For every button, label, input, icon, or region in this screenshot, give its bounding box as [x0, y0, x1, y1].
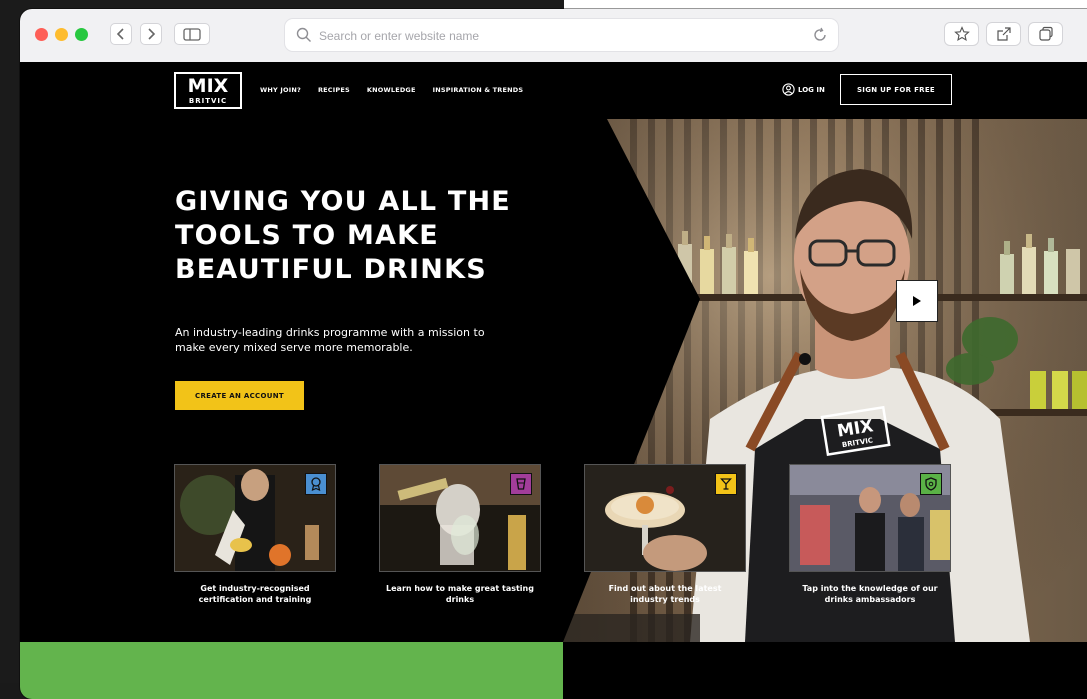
back-button[interactable] [110, 23, 132, 45]
logo-main-text: MIX [187, 75, 229, 97]
share-icon [996, 27, 1011, 41]
login-label: LOG IN [798, 85, 825, 94]
card-caption: Get industry-recognised certification an… [198, 584, 312, 604]
hero-title: GIVING YOU ALL THE TOOLS TO MAKE BEAUTIF… [175, 186, 511, 285]
nav-why-join[interactable]: WHY JOIN? [260, 86, 301, 94]
card-caption: Find out about the latest industry trend… [608, 584, 722, 604]
card-image-pouring [379, 464, 541, 572]
sidebar-toggle-button[interactable] [174, 23, 210, 45]
card-image-cocktail [584, 464, 746, 572]
chevron-right-icon [148, 28, 156, 40]
feature-card-ambassadors[interactable]: Tap into the knowledge of our drinks amb… [789, 464, 951, 605]
card-caption: Tap into the knowledge of our drinks amb… [802, 584, 938, 604]
card-image-ambassadors [789, 464, 951, 572]
reload-icon[interactable] [812, 27, 828, 43]
award-icon [305, 473, 327, 495]
feature-card-training[interactable]: Get industry-recognised certification an… [174, 464, 336, 605]
login-link[interactable]: LOG IN [782, 83, 825, 96]
share-button[interactable] [986, 22, 1021, 46]
green-section-band [20, 642, 563, 699]
tabs-icon [1038, 26, 1053, 41]
close-window-button[interactable] [35, 28, 48, 41]
tabs-overview-button[interactable] [1028, 22, 1063, 46]
create-account-button[interactable]: CREATE AN ACCOUNT [175, 381, 304, 410]
main-nav: WHY JOIN? RECIPES KNOWLEDGE INSPIRATION … [260, 86, 523, 94]
feature-card-trends[interactable]: Find out about the latest industry trend… [584, 464, 746, 605]
play-icon [913, 296, 921, 306]
play-video-button[interactable] [896, 280, 938, 322]
bookmark-button[interactable] [944, 22, 979, 46]
address-bar[interactable] [284, 18, 839, 52]
nav-knowledge[interactable]: KNOWLEDGE [367, 86, 416, 94]
card-image-bartender [174, 464, 336, 572]
website: MIX BRITVIC WHY JOIN? RECIPES KNOWLEDGE … [20, 62, 1087, 699]
site-header: MIX BRITVIC WHY JOIN? RECIPES KNOWLEDGE … [20, 62, 1087, 120]
browser-window: MIX BRITVIC WHY JOIN? RECIPES KNOWLEDGE … [20, 9, 1087, 699]
zoom-window-button[interactable] [75, 28, 88, 41]
browser-toolbar [20, 9, 1087, 63]
user-icon [782, 83, 795, 96]
signup-button[interactable]: SIGN UP FOR FREE [840, 74, 952, 105]
chevron-left-icon [116, 28, 124, 40]
mix-britvic-logo[interactable]: MIX BRITVIC [174, 72, 242, 109]
minimize-window-button[interactable] [55, 28, 68, 41]
url-input[interactable] [317, 26, 791, 46]
star-icon [953, 26, 970, 42]
feature-card-recipes[interactable]: Learn how to make great tasting drinks [379, 464, 541, 605]
sidebar-icon [183, 27, 201, 41]
shield-icon [920, 473, 942, 495]
cocktail-glass-icon [510, 473, 532, 495]
search-icon [296, 27, 311, 42]
nav-inspiration-trends[interactable]: INSPIRATION & TRENDS [433, 86, 524, 94]
hero-subtitle: An industry-leading drinks programme wit… [175, 326, 485, 354]
card-caption: Learn how to make great tasting drinks [386, 584, 534, 604]
logo-sub-text: BRITVIC [188, 97, 228, 105]
nav-recipes[interactable]: RECIPES [318, 86, 350, 94]
forward-button[interactable] [140, 23, 162, 45]
martini-icon [715, 473, 737, 495]
